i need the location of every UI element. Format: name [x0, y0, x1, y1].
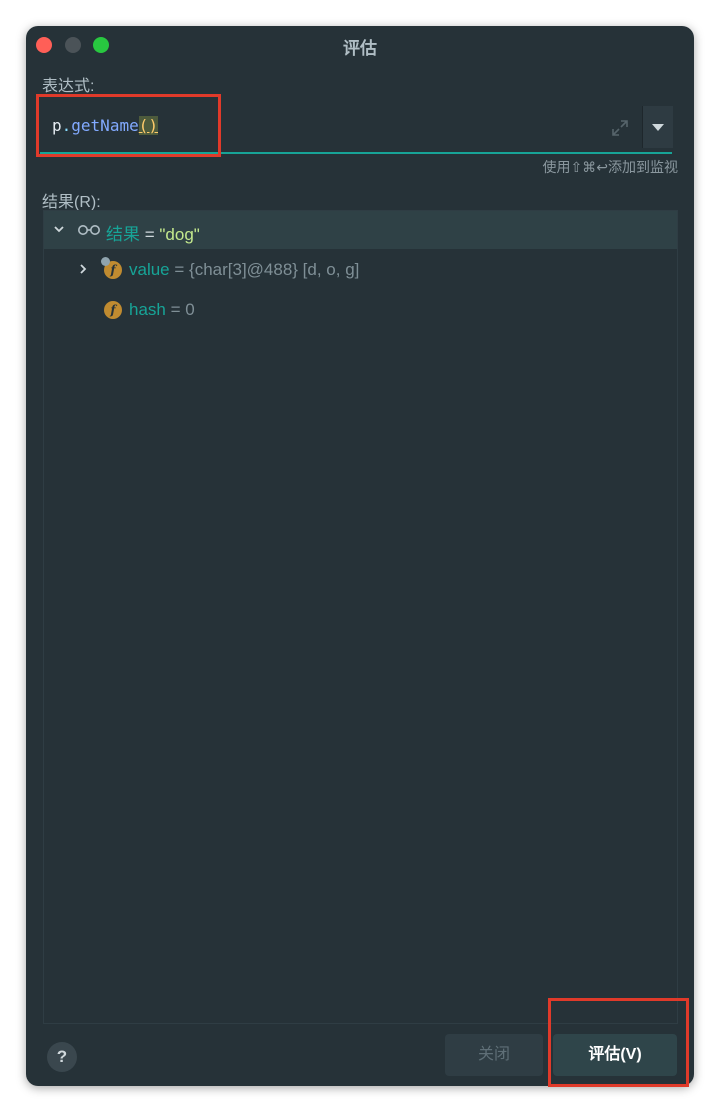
tree-row-value[interactable]: f value = {char[3]@488} [d, o, g]: [44, 251, 677, 289]
field-icon: f: [101, 257, 122, 279]
field-icon: f: [104, 301, 122, 319]
result-node-value: "dog": [159, 225, 200, 244]
highlight-box-evaluate: [548, 998, 689, 1087]
history-dropdown-button[interactable]: [642, 106, 673, 148]
field-node-text: hash = 0: [129, 300, 195, 320]
result-node-name: 结果: [106, 225, 140, 244]
field-equals: =: [165, 300, 186, 319]
lock-badge-icon: [101, 257, 110, 266]
window-title: 评估: [343, 39, 377, 58]
chevron-right-icon[interactable]: [76, 262, 90, 276]
add-to-watches-hint: 使用⇧⌘↩添加到监视: [542, 159, 678, 175]
field-name: value: [129, 260, 170, 279]
field-node-text: value = {char[3]@488} [d, o, g]: [129, 260, 359, 280]
result-label: 结果(R):: [42, 194, 101, 211]
watch-glasses-icon: [78, 225, 100, 235]
chevron-down-icon[interactable]: [52, 222, 66, 236]
field-value: {char[3]@488} [d, o, g]: [189, 260, 360, 279]
close-button[interactable]: 关闭: [445, 1034, 543, 1076]
result-node-text: 结果 = "dog": [106, 220, 200, 245]
field-equals: =: [169, 260, 190, 279]
tree-row-result[interactable]: 结果 = "dog": [44, 211, 677, 249]
expression-label: 表达式:: [42, 78, 95, 95]
chevron-down-icon: [652, 124, 664, 131]
title-bar: 评估: [26, 26, 694, 64]
highlight-box-expression: [36, 94, 221, 157]
field-value: 0: [185, 300, 195, 319]
field-name: hash: [129, 300, 166, 319]
expand-icon[interactable]: [610, 118, 630, 138]
result-tree[interactable]: 结果 = "dog" f value = {char[3]@488} [d, o…: [43, 210, 678, 1024]
result-node-equals: =: [140, 225, 160, 244]
tree-row-hash[interactable]: f hash = 0: [44, 291, 677, 329]
evaluate-dialog: 评估 表达式: p.getName() 使用⇧⌘↩添加到监视 结果(R): 结果…: [26, 26, 694, 1086]
help-button[interactable]: ?: [47, 1042, 77, 1072]
